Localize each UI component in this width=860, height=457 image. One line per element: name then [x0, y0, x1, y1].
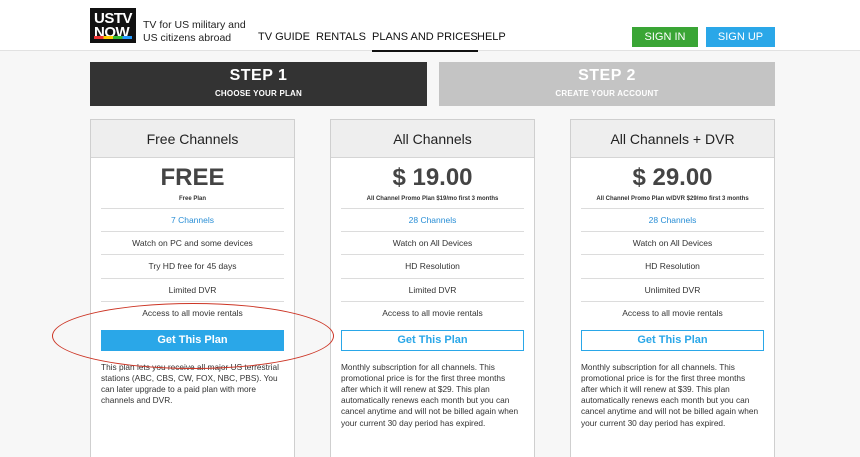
feature-item: Access to all movie rentals	[382, 308, 483, 318]
sign-up-button[interactable]: SIGN UP	[706, 27, 775, 47]
plan-price: $ 29.00	[632, 164, 713, 191]
plan-description: Monthly subscription for all channels. T…	[581, 361, 759, 428]
step-2-subtitle: CREATE YOUR ACCOUNT	[555, 89, 659, 98]
step-2-title: STEP 2	[578, 67, 636, 84]
step-2-banner: STEP 2 CREATE YOUR ACCOUNT	[439, 62, 775, 106]
plan-name: All Channels	[331, 120, 534, 158]
step-1-subtitle: CHOOSE YOUR PLAN	[214, 89, 303, 98]
plan-card-all-channels: All Channels $ 19.00 All Channel Promo P…	[330, 119, 535, 457]
plan-subtext: All Channel Promo Plan w/DVR $29/mo firs…	[596, 196, 749, 202]
get-this-plan-button[interactable]: Get This Plan	[341, 329, 524, 351]
plan-features: 28 Channels Watch on All Devices HD Reso…	[341, 208, 524, 326]
feature-item: Limited DVR	[101, 279, 284, 302]
logo-color-stripe	[94, 36, 132, 39]
plan-subtext: All Channel Promo Plan $19/mo first 3 mo…	[366, 196, 499, 202]
plan-subtext: Free Plan	[178, 196, 206, 202]
feature-item: Limited DVR	[341, 279, 524, 302]
plan-features: 7 Channels Watch on PC and some devices …	[101, 208, 284, 326]
feature-item: Access to all movie rentals	[622, 308, 723, 318]
site-header: USTV NOW TV for US military and US citiz…	[0, 0, 860, 52]
feature-item: Watch on All Devices	[341, 232, 524, 255]
channels-link[interactable]: 28 Channels	[341, 208, 524, 232]
nav-rentals[interactable]: RENTALS	[316, 31, 366, 43]
plan-price: FREE	[160, 164, 225, 191]
step-1-title: STEP 1	[229, 67, 288, 84]
step-1-banner: STEP 1 CHOOSE YOUR PLAN	[90, 62, 427, 106]
plan-name: Free Channels	[91, 120, 294, 158]
feature-item: Access to all movie rentals	[142, 308, 243, 318]
plan-card-all-channels-dvr: All Channels + DVR $ 29.00 All Channel P…	[570, 119, 775, 457]
plan-price: $ 19.00	[392, 164, 473, 191]
nav-help[interactable]: HELP	[477, 31, 506, 43]
plan-description: Monthly subscription for all channels. T…	[341, 361, 519, 428]
site-tagline: TV for US military and US citizens abroa…	[143, 19, 246, 44]
feature-item: Watch on PC and some devices	[101, 232, 284, 255]
plan-description: This plan lets you receive all major US …	[101, 361, 279, 406]
sign-in-button[interactable]: SIGN IN	[632, 27, 698, 47]
feature-item: HD Resolution	[581, 255, 764, 279]
feature-item: Watch on All Devices	[581, 232, 764, 255]
feature-item: HD Resolution	[341, 255, 524, 279]
get-this-plan-button[interactable]: Get This Plan	[101, 329, 284, 351]
channels-link[interactable]: 7 Channels	[101, 208, 284, 232]
nav-plans-and-prices[interactable]: PLANS AND PRICES	[372, 31, 478, 52]
plan-features: 28 Channels Watch on All Devices HD Reso…	[581, 208, 764, 326]
channels-link[interactable]: 28 Channels	[581, 208, 764, 232]
get-this-plan-button[interactable]: Get This Plan	[581, 329, 764, 351]
nav-tv-guide[interactable]: TV GUIDE	[258, 31, 310, 43]
plan-name: All Channels + DVR	[571, 120, 774, 158]
plan-card-free: Free Channels FREE Free Plan 7 Channels …	[90, 119, 295, 457]
ustvnow-logo[interactable]: USTV NOW	[90, 8, 136, 43]
feature-item: Unlimited DVR	[581, 279, 764, 302]
feature-item: Try HD free for 45 days	[101, 255, 284, 279]
